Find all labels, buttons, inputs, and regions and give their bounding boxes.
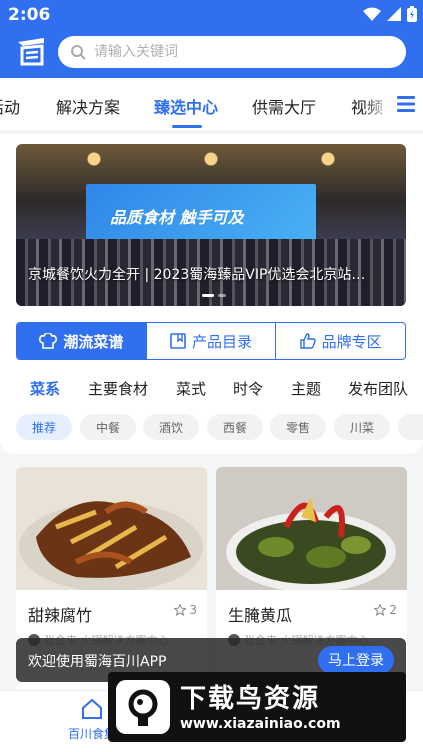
segment-product-catalog[interactable]: 产品目录 xyxy=(147,323,277,359)
banner-pagination xyxy=(202,294,226,297)
app-logo-icon[interactable] xyxy=(14,34,48,68)
chip-western[interactable]: 西餐 xyxy=(207,414,263,440)
star-icon xyxy=(374,604,387,616)
chip-retail[interactable]: 零售 xyxy=(270,414,326,440)
book-icon xyxy=(170,333,186,349)
chip-recommended[interactable]: 推荐 xyxy=(16,414,72,440)
filter-row: 菜系 主要食材 菜式 时令 主题 发布团队 xyxy=(0,378,423,402)
search-input[interactable] xyxy=(94,44,374,60)
recipe-likes[interactable]: 2 xyxy=(374,603,397,617)
chip-drinks[interactable]: 酒饮 xyxy=(143,414,199,440)
event-banner[interactable]: 品质食材 触手可及 京城餐饮火力全开 | 2023蜀海臻品VIP优选会北京站… xyxy=(16,144,406,306)
search-icon xyxy=(71,45,86,60)
star-icon xyxy=(174,604,187,616)
recipe-photo xyxy=(216,467,407,592)
watermark-url: www.xiazainiao.com xyxy=(180,716,341,732)
watermark-logo-icon xyxy=(116,680,170,734)
segment-trend-recipes[interactable]: 潮流菜谱 xyxy=(17,323,147,359)
recipe-title: 生腌黄瓜 xyxy=(228,606,293,625)
login-button[interactable]: 马上登录 xyxy=(318,646,394,674)
chip-chinese[interactable]: 中餐 xyxy=(80,414,136,440)
tab-solutions[interactable]: 解决方案 xyxy=(56,94,120,118)
filter-publisher-team[interactable]: 发布团队 xyxy=(348,378,408,399)
tab-activity[interactable]: 活动 xyxy=(0,94,20,118)
segment-label: 品牌专区 xyxy=(321,332,382,351)
status-bar: 2:06 xyxy=(0,0,423,30)
segment-brand-zone[interactable]: 品牌专区 xyxy=(276,323,405,359)
recipe-likes-count: 2 xyxy=(389,603,397,617)
segment-label: 潮流菜谱 xyxy=(63,332,124,351)
status-time: 2:06 xyxy=(8,5,51,25)
battery-icon xyxy=(407,6,417,22)
status-icons xyxy=(363,6,417,22)
top-tabs: 活动 解决方案 臻选中心 供需大厅 视频 xyxy=(0,78,423,130)
watermark: 下载鸟资源 www.xiazainiao.com xyxy=(108,672,406,742)
wifi-icon xyxy=(363,7,381,21)
tab-supply-demand[interactable]: 供需大厅 xyxy=(252,94,316,118)
ceiling-lights xyxy=(16,144,406,174)
banner-screen-text: 品质食材 触手可及 xyxy=(110,208,244,227)
search-bar[interactable] xyxy=(58,36,406,68)
recipe-photo xyxy=(16,467,207,592)
watermark-title: 下载鸟资源 xyxy=(180,684,321,714)
app-header: 2:06 xyxy=(0,0,423,78)
filter-main-ingredient[interactable]: 主要食材 xyxy=(88,378,148,399)
banner-dot-active xyxy=(202,294,214,297)
segment-label: 产品目录 xyxy=(192,332,253,351)
filter-season[interactable]: 时令 xyxy=(233,378,263,399)
chip-row: 推荐 中餐 酒饮 西餐 零售 川菜 xyxy=(16,414,423,442)
tab-selection-center[interactable]: 臻选中心 xyxy=(154,94,218,118)
main-card: 品质食材 触手可及 京城餐饮火力全开 | 2023蜀海臻品VIP优选会北京站… … xyxy=(0,134,423,454)
chip-more[interactable] xyxy=(398,414,423,440)
banner-caption: 京城餐饮火力全开 | 2023蜀海臻品VIP优选会北京站… xyxy=(28,267,366,283)
filter-theme[interactable]: 主题 xyxy=(291,378,321,399)
menu-icon[interactable] xyxy=(397,96,415,112)
signal-icon xyxy=(387,7,401,21)
chip-sichuan[interactable]: 川菜 xyxy=(334,414,390,440)
home-icon xyxy=(82,699,102,719)
tab-active-indicator xyxy=(172,125,202,128)
category-segment: 潮流菜谱 产品目录 品牌专区 xyxy=(16,322,406,360)
recipe-likes[interactable]: 3 xyxy=(174,603,197,617)
chef-hat-icon xyxy=(39,333,58,349)
filter-cuisine[interactable]: 菜系 xyxy=(30,378,60,399)
banner-dot xyxy=(218,294,226,297)
thumbs-up-icon xyxy=(299,333,316,349)
filter-dish-style[interactable]: 菜式 xyxy=(176,378,206,399)
toast-message: 欢迎使用蜀海百川APP xyxy=(28,654,167,670)
recipe-likes-count: 3 xyxy=(189,603,197,617)
tabs-fade xyxy=(363,78,393,130)
recipe-title: 甜辣腐竹 xyxy=(28,606,93,625)
